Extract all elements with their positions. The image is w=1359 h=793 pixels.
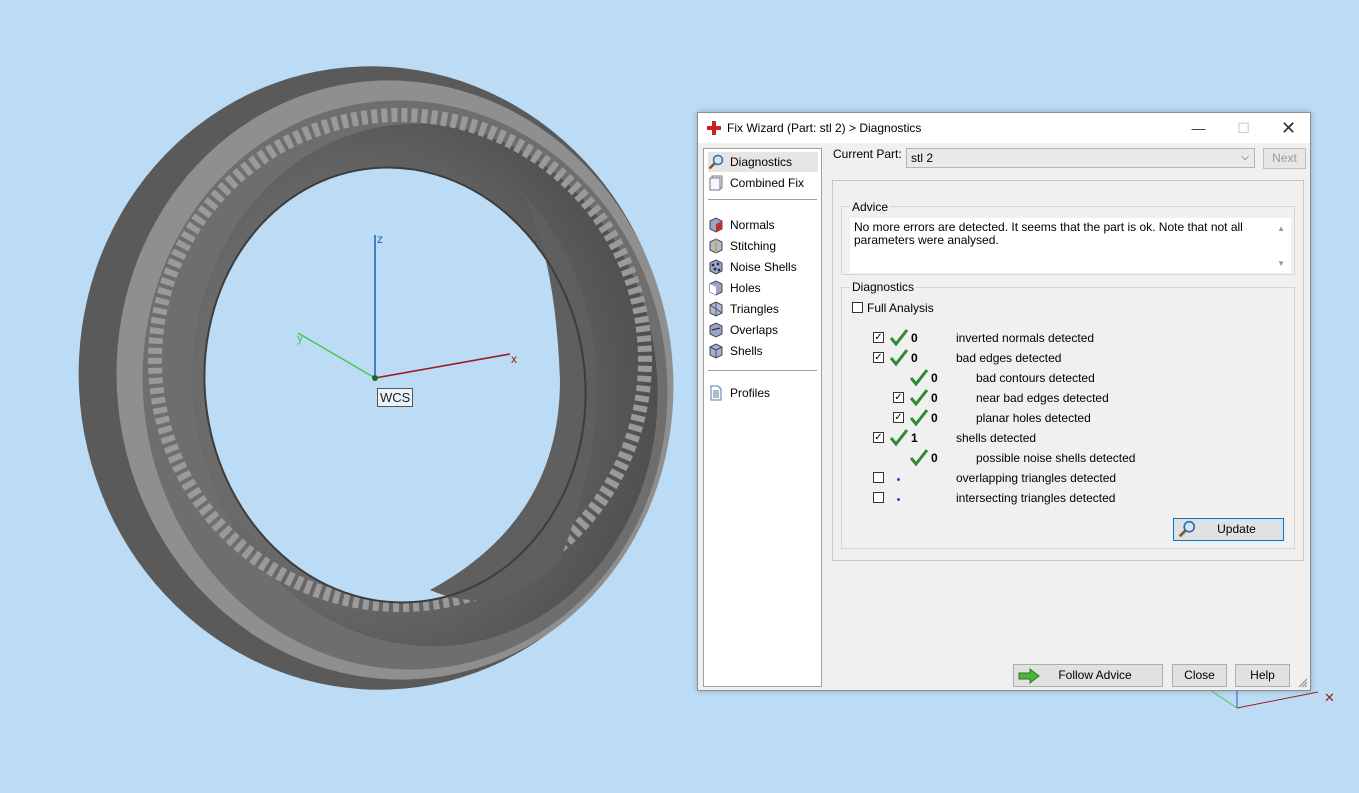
profiles-icon bbox=[710, 385, 722, 401]
diagnostic-count: 0 bbox=[911, 351, 918, 365]
diagnostic-checkbox[interactable] bbox=[873, 472, 884, 483]
magnifier-icon bbox=[1178, 520, 1196, 538]
overlaps-icon bbox=[709, 322, 723, 338]
advice-title: Advice bbox=[850, 200, 891, 214]
close-button[interactable]: Close bbox=[1172, 664, 1227, 687]
diagnostic-label: bad contours detected bbox=[976, 371, 1095, 385]
z-axis-label: z bbox=[377, 232, 383, 246]
diagnostic-checkbox[interactable] bbox=[873, 492, 884, 503]
chevron-down-icon: ⌵ bbox=[1241, 152, 1249, 163]
noise-shells-icon bbox=[709, 259, 723, 275]
combined-fix-icon bbox=[709, 175, 723, 191]
diagnostic-label: overlapping triangles detected bbox=[956, 471, 1117, 485]
diagnostic-label: bad edges detected bbox=[956, 351, 1062, 365]
y-axis-label: y bbox=[297, 331, 303, 345]
diagnostic-count: 0 bbox=[911, 331, 918, 345]
nav-item-combined-fix[interactable]: Combined Fix bbox=[708, 173, 818, 193]
nav-item-shells[interactable]: Shells bbox=[708, 341, 818, 361]
nav-item-label: Shells bbox=[730, 344, 763, 358]
nav-item-stitching[interactable]: Stitching bbox=[708, 236, 818, 256]
wcs-label: WCS bbox=[377, 388, 414, 407]
green-check-icon bbox=[910, 369, 928, 387]
pending-dot-icon bbox=[897, 498, 900, 501]
diagnostic-label: possible noise shells detected bbox=[976, 451, 1136, 465]
shells-icon bbox=[709, 343, 723, 359]
diagnostic-count: 0 bbox=[931, 411, 938, 425]
holes-icon bbox=[709, 280, 723, 296]
diagnostic-checkbox[interactable]: ✓ bbox=[873, 432, 884, 443]
update-button[interactable]: Update bbox=[1173, 518, 1284, 541]
diagnostic-label: shells detected bbox=[956, 431, 1037, 445]
nav-item-normals[interactable]: Normals bbox=[708, 215, 818, 235]
current-part-value: stl 2 bbox=[911, 151, 934, 165]
dialog-title: Fix Wizard (Part: stl 2) > Diagnostics bbox=[727, 121, 922, 135]
nav-item-label: Combined Fix bbox=[730, 176, 805, 190]
nav-item-holes[interactable]: Holes bbox=[708, 278, 818, 298]
fix-wizard-dialog: Fix Wizard (Part: stl 2) > Diagnostics —… bbox=[697, 112, 1311, 691]
nav-item-label: Diagnostics bbox=[730, 155, 793, 169]
diagnostic-count: 0 bbox=[931, 391, 938, 405]
pending-dot-icon bbox=[897, 478, 900, 481]
green-arrow-icon bbox=[1018, 668, 1040, 684]
advice-text: No more errors are detected. It seems th… bbox=[854, 220, 1243, 247]
resize-grip-icon[interactable] bbox=[1298, 678, 1308, 688]
diagnostic-label: planar holes detected bbox=[976, 411, 1091, 425]
diagnostic-checkbox[interactable]: ✓ bbox=[873, 352, 884, 363]
scroll-up-icon[interactable]: ▲ bbox=[1277, 222, 1285, 235]
nav-item-label: Normals bbox=[730, 218, 775, 232]
diagnostic-count: 0 bbox=[931, 451, 938, 465]
close-window-button[interactable]: ✕ bbox=[1266, 113, 1311, 143]
title-bar[interactable]: Fix Wizard (Part: stl 2) > Diagnostics —… bbox=[698, 113, 1310, 143]
nav-item-triangles[interactable]: Triangles bbox=[708, 299, 818, 319]
follow-advice-label: Follow Advice bbox=[1058, 668, 1132, 682]
full-analysis-label: Full Analysis bbox=[867, 301, 934, 315]
triangles-icon bbox=[709, 301, 723, 317]
wizard-nav: Diagnostics Combined Fix Normals Stitchi… bbox=[703, 148, 822, 687]
nav-item-label: Noise Shells bbox=[730, 260, 797, 274]
diagnostics-title: Diagnostics bbox=[850, 280, 917, 294]
diagnostic-label: near bad edges detected bbox=[976, 391, 1109, 405]
nav-separator bbox=[708, 370, 817, 371]
advice-textbox[interactable]: No more errors are detected. It seems th… bbox=[850, 218, 1291, 273]
green-check-icon bbox=[890, 349, 908, 367]
follow-advice-button[interactable]: Follow Advice bbox=[1013, 664, 1163, 687]
current-part-label: Current Part: bbox=[833, 147, 902, 161]
green-check-icon bbox=[890, 429, 908, 447]
maximize-button[interactable]: ☐ bbox=[1221, 113, 1266, 143]
scroll-down-icon[interactable]: ▼ bbox=[1277, 257, 1285, 270]
normals-icon bbox=[709, 217, 723, 233]
diagnostic-checkbox[interactable]: ✓ bbox=[893, 392, 904, 403]
full-analysis-checkbox[interactable] bbox=[852, 302, 863, 313]
nav-item-label: Profiles bbox=[730, 386, 771, 400]
nav-item-diagnostics[interactable]: Diagnostics bbox=[708, 152, 818, 172]
nav-item-label: Stitching bbox=[730, 239, 777, 253]
nav-item-label: Overlaps bbox=[730, 323, 779, 337]
green-check-icon bbox=[910, 409, 928, 427]
stitching-icon bbox=[709, 238, 723, 254]
minimize-button[interactable]: — bbox=[1176, 113, 1221, 143]
diagnostic-count: 1 bbox=[911, 431, 918, 445]
diagnostic-label: inverted normals detected bbox=[956, 331, 1095, 345]
green-check-icon bbox=[890, 329, 908, 347]
nav-item-noise-shells[interactable]: Noise Shells bbox=[708, 257, 818, 277]
diagnostic-checkbox[interactable]: ✓ bbox=[893, 412, 904, 423]
diagnostic-label: intersecting triangles detected bbox=[956, 491, 1116, 505]
corner-x-axis-label: ✕ bbox=[1324, 690, 1335, 705]
next-button[interactable]: Next bbox=[1263, 148, 1306, 169]
green-check-icon bbox=[910, 389, 928, 407]
green-check-icon bbox=[910, 449, 928, 467]
help-button[interactable]: Help bbox=[1235, 664, 1290, 687]
magnifier-icon bbox=[708, 154, 724, 170]
update-label: Update bbox=[1217, 522, 1256, 536]
diagnostic-count: 0 bbox=[931, 371, 938, 385]
x-axis-label: x bbox=[511, 352, 517, 366]
nav-separator bbox=[708, 199, 817, 200]
nav-item-profiles[interactable]: Profiles bbox=[708, 383, 818, 403]
nav-item-label: Triangles bbox=[730, 302, 779, 316]
nav-item-label: Holes bbox=[730, 281, 761, 295]
current-part-dropdown[interactable]: stl 2 ⌵ bbox=[906, 148, 1255, 168]
nav-item-overlaps[interactable]: Overlaps bbox=[708, 320, 818, 340]
diagnostic-checkbox[interactable]: ✓ bbox=[873, 332, 884, 343]
red-cross-icon bbox=[707, 121, 721, 135]
